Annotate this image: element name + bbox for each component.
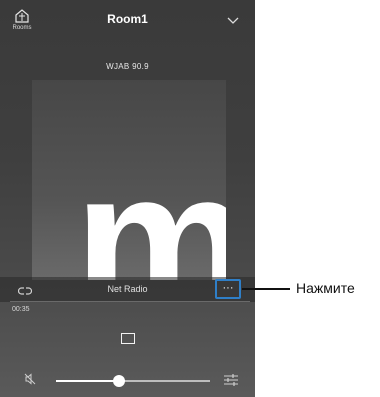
volume-slider[interactable] (56, 375, 210, 387)
progress-bar (10, 301, 250, 302)
player-screen: Rooms Room1 WJAB 90.9 m Net Radio 00:35 (0, 0, 255, 397)
album-art: m (32, 80, 226, 280)
chevron-down-icon[interactable] (227, 12, 239, 30)
station-name: WJAB 90.9 (106, 62, 149, 71)
volume-knob[interactable] (113, 375, 126, 387)
equalizer-icon[interactable] (223, 373, 239, 392)
mute-icon[interactable] (24, 372, 36, 390)
callout-line (242, 288, 290, 290)
elapsed-time: 00:35 (12, 306, 30, 313)
volume-fill (56, 380, 120, 382)
more-options-button[interactable]: ··· (215, 279, 241, 299)
album-art-letter: m (74, 130, 226, 281)
stop-button[interactable] (121, 333, 135, 344)
room-title[interactable]: Room1 (0, 12, 255, 26)
top-bar: Rooms Room1 (0, 0, 255, 38)
callout-text: Нажмите (296, 280, 355, 296)
